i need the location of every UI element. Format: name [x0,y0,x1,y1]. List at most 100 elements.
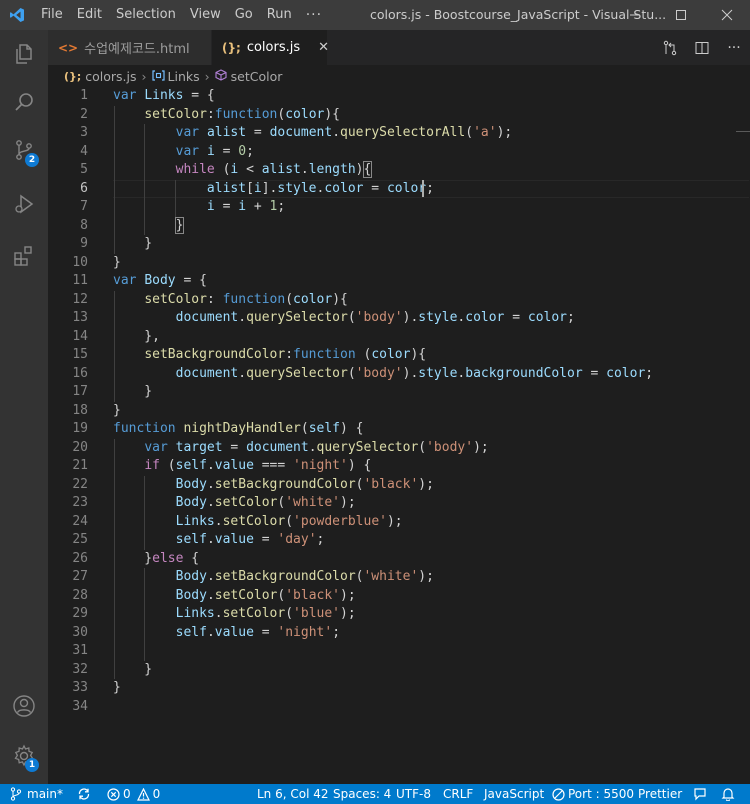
manage-badge: 1 [25,758,39,772]
line-number: 22 [72,476,88,492]
line-number: 3 [80,125,88,140]
text-cursor [422,180,424,197]
html-file-icon: <> [58,40,79,55]
editor-tabs: <> 수업예제코드.html (}; colors.js ✕ ··· [48,30,750,65]
feedback-icon[interactable] [693,784,707,804]
line-number: 25 [72,532,88,547]
problems-status[interactable]: 0 0 [107,784,160,804]
menu-more[interactable]: ··· [299,0,329,30]
chevron-right-icon: › [141,68,147,84]
warning-icon [136,787,150,801]
broadcast-icon [552,787,565,801]
line-number: 33 [72,680,88,695]
live-server-status[interactable]: Port : 5500 [552,784,634,804]
eol-status[interactable]: CRLF [443,784,473,804]
extensions-icon[interactable] [0,232,48,280]
open-changes-icon[interactable] [654,40,686,56]
menu-bar: File Edit Selection View Go Run ··· [34,0,329,30]
line-number: 1 [80,88,88,103]
overview-ruler-mark [736,131,750,132]
sync-icon[interactable] [77,784,91,804]
line-number: 5 [80,162,88,177]
language-mode[interactable]: JavaScript [484,784,544,804]
source-control-badge: 2 [25,153,39,167]
notifications-bell-icon[interactable] [721,784,735,804]
manage-gear-icon[interactable]: 1 [0,732,48,780]
code-line: var Links = { [113,88,215,103]
breadcrumb-object[interactable]: Links [168,69,200,84]
line-number: 10 [72,254,88,270]
encoding-status[interactable]: UTF-8 [396,784,431,804]
code-line: Body.setColor('white'); [175,495,356,510]
formatter-status[interactable]: Prettier [638,784,682,804]
code-line: }, [113,328,160,344]
code-line: self.value = 'night'; [175,624,341,640]
code-line: } [113,236,153,251]
maximize-icon[interactable] [658,0,704,30]
breadcrumb-file[interactable]: colors.js [85,69,136,84]
line-number: 8 [80,217,88,233]
more-actions-icon[interactable]: ··· [718,40,750,56]
split-editor-icon[interactable] [686,40,718,56]
code-line: function nightDayHandler(self) { [113,421,364,436]
line-number: 24 [72,513,88,529]
code-line: } [113,680,121,695]
breadcrumb-method[interactable]: setColor [231,69,283,84]
line-number: 18 [72,402,88,418]
run-debug-icon[interactable] [0,180,48,228]
code-line: } [113,661,153,677]
vscode-logo-icon [0,0,34,30]
line-number: 17 [72,384,88,399]
branch-status[interactable]: main* [10,784,63,804]
code-editor[interactable]: 1 2 3 4 5 6 7 8 9 10 11 12 13 14 15 16 17 18 19 20 21 22 23 24 2… [48,87,750,784]
menu-selection[interactable]: Selection [109,0,183,30]
code-line: Links.setColor('blue'); [175,606,356,621]
indentation-status[interactable]: Spaces: 4 [333,784,391,804]
tab-colors-js[interactable]: (}; colors.js ✕ [212,30,329,65]
menu-file[interactable]: File [34,0,70,30]
code-line: var i = 0; [175,143,254,159]
line-number: 31 [72,643,88,658]
line-number: 11 [72,273,88,288]
code-line: var alist = document.querySelectorAll('a… [175,125,513,140]
source-control-icon[interactable]: 2 [0,126,48,174]
line-number: 34 [72,698,88,714]
close-tab-icon[interactable]: ✕ [318,40,329,55]
tab-html-file[interactable]: <> 수업예제코드.html [48,30,212,65]
editor-actions: ··· [654,30,750,65]
branch-icon [10,787,22,801]
explorer-icon[interactable] [0,30,48,78]
warning-count: 0 [152,787,161,801]
error-icon [107,787,120,801]
code-line: document.querySelector('body').style.bac… [175,365,654,381]
code-line: var target = document.querySelector('bod… [144,439,489,455]
code-line: } [113,254,121,270]
error-count: 0 [123,787,131,801]
line-number: 4 [80,143,88,159]
formatter-label: Prettier [638,787,683,801]
code-line: setColor: function(color){ [144,291,348,307]
code-line: if (self.value === 'night') { [144,458,372,473]
code-line: } [174,216,185,234]
line-number: 29 [72,606,88,621]
line-number: 27 [72,569,88,584]
line-number: 32 [72,661,88,677]
menu-edit[interactable]: Edit [70,0,109,30]
account-icon[interactable] [0,682,48,730]
port-label: Port : 5500 [568,787,634,801]
code-line: self.value = 'day'; [175,532,325,547]
menu-go[interactable]: Go [228,0,260,30]
menu-run[interactable]: Run [260,0,299,30]
code-line: setBackgroundColor:function (color){ [144,347,427,362]
code-line: setColor:function(color){ [144,106,341,122]
code-line: alist[i].style.color = color; [206,180,434,196]
menu-view[interactable]: View [183,0,228,30]
minimize-icon[interactable] [612,0,658,30]
line-number: 13 [72,310,88,325]
search-icon[interactable] [0,78,48,126]
js-file-icon: (}; [64,69,82,83]
cursor-position[interactable]: Ln 6, Col 42 [257,784,329,804]
close-window-icon[interactable] [704,0,750,30]
line-number: 28 [72,587,88,603]
line-number: 15 [72,347,88,362]
